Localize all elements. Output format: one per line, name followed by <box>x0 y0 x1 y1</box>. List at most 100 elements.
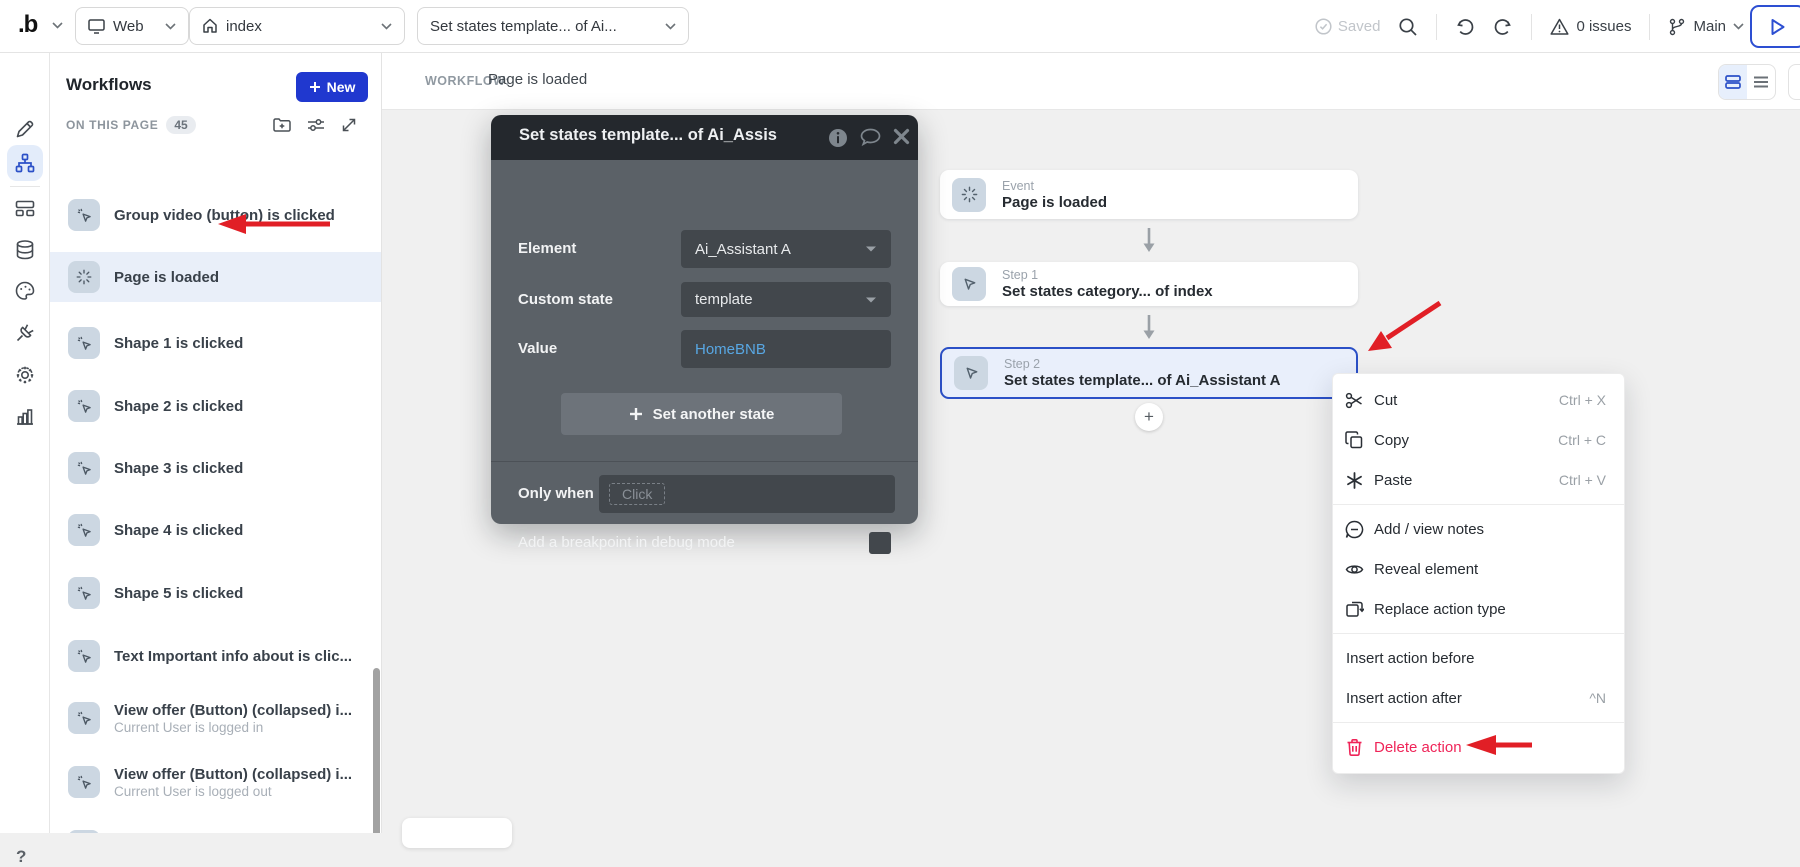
page-selector[interactable]: index <box>189 7 405 45</box>
workflow-list-item[interactable]: Shape 3 is clicked <box>50 443 381 493</box>
workflow-list-item[interactable]: Shape 5 is clicked <box>50 568 381 618</box>
divider <box>1436 14 1437 40</box>
workflow-list-item[interactable]: Group video (button) is clicked <box>50 190 381 240</box>
paste-asterisk-icon <box>1345 471 1364 490</box>
divider <box>1333 722 1624 723</box>
menu-item-add-view-notes[interactable]: Add / view notes <box>1333 509 1624 549</box>
custom-state-dropdown[interactable]: template <box>681 282 891 317</box>
new-workflow-button[interactable]: New <box>296 72 368 102</box>
canvas-header: WORKFLOW: Page is loaded <box>382 53 1800 110</box>
value-expression[interactable]: HomeBNB <box>695 341 766 358</box>
workflow-list-item[interactable]: View offer (Button) is clicked <box>50 821 381 833</box>
logo-chevron-down-icon[interactable] <box>52 22 63 29</box>
database-icon[interactable] <box>14 239 36 261</box>
workflow-selector[interactable]: Set states template... of Ai... <box>417 7 689 45</box>
workflow-list-item[interactable]: Shape 4 is clicked <box>50 505 381 555</box>
workflow-list-item-selected[interactable]: Page is loaded <box>50 252 381 302</box>
card-view-button[interactable] <box>1719 65 1747 99</box>
dialog-header[interactable]: Set states template... of Ai_Assis <box>491 115 918 160</box>
only-when-input[interactable]: Click <box>599 475 895 513</box>
scissors-icon <box>1345 391 1364 410</box>
workflow-list-item[interactable]: Text Important info about is clic... <box>50 631 381 681</box>
branch-selector[interactable]: Main <box>1668 18 1744 36</box>
click-event-icon <box>68 577 100 609</box>
saved-label: Saved <box>1338 18 1381 35</box>
divider <box>1649 14 1650 40</box>
set-another-state-button[interactable]: Set another state <box>561 393 842 435</box>
workflow-list-item[interactable]: Shape 2 is clicked <box>50 381 381 431</box>
shortcut: Ctrl + C <box>1558 432 1606 448</box>
close-icon[interactable] <box>893 128 913 148</box>
node-kind: Event <box>1002 179 1107 193</box>
element-label: Element <box>518 240 576 257</box>
workflow-list-item[interactable]: View offer (Button) (collapsed) i... Cur… <box>50 755 381 809</box>
view-toggle <box>1718 64 1776 100</box>
issues-label: 0 issues <box>1576 18 1631 35</box>
shortcut: ^N <box>1589 690 1606 706</box>
filter-sliders-icon[interactable] <box>306 115 326 135</box>
preview-run-button[interactable] <box>1750 5 1800 48</box>
shortcut: Ctrl + X <box>1559 392 1606 408</box>
saved-status: Saved <box>1315 18 1381 35</box>
menu-item-insert-action-after[interactable]: Insert action after ^N <box>1333 678 1624 718</box>
help-icon[interactable]: ? <box>16 847 26 867</box>
workflow-list-item[interactable]: Shape 1 is clicked <box>50 318 381 368</box>
monitor-icon <box>88 18 105 34</box>
panel-title: Workflows <box>66 75 152 95</box>
folder-plus-icon[interactable] <box>272 115 292 135</box>
comment-icon[interactable] <box>860 128 880 148</box>
bubble-logo[interactable]: .b <box>18 11 37 39</box>
flow-connector-arrow <box>1141 227 1157 253</box>
menu-item-copy[interactable]: Copy Ctrl + C <box>1333 420 1624 460</box>
git-branch-icon <box>1668 18 1686 36</box>
chevron-down-icon <box>865 296 877 304</box>
element-dropdown[interactable]: Ai_Assistant A <box>681 230 891 268</box>
settings-gear-icon[interactable] <box>14 364 36 386</box>
divider <box>1531 14 1532 40</box>
menu-item-replace-action-type[interactable]: Replace action type <box>1333 589 1624 629</box>
workflow-sitemap-icon[interactable] <box>14 152 36 174</box>
workflow-list-item[interactable]: View offer (Button) (collapsed) i... Cur… <box>50 691 381 745</box>
add-action-button[interactable]: + <box>1135 403 1163 431</box>
cursor-action-icon <box>954 356 988 390</box>
breakpoint-checkbox[interactable] <box>869 532 891 554</box>
menu-item-cut[interactable]: Cut Ctrl + X <box>1333 380 1624 420</box>
undo-icon[interactable] <box>1455 17 1475 37</box>
flow-node-step1[interactable]: Step 1 Set states category... of index <box>940 262 1358 306</box>
styles-palette-icon[interactable] <box>14 280 36 302</box>
components-icon[interactable] <box>14 197 36 219</box>
canvas-zoom-control[interactable] <box>402 818 512 848</box>
expand-arrows-icon[interactable] <box>339 115 359 135</box>
node-title: Page is loaded <box>1002 194 1107 211</box>
list-view-button[interactable] <box>1747 65 1775 99</box>
chevron-down-icon <box>665 23 676 30</box>
menu-item-delete-action[interactable]: Delete action <box>1333 727 1624 767</box>
flow-node-event[interactable]: Event Page is loaded <box>940 170 1358 219</box>
workflow-count-badge: 45 <box>166 116 195 134</box>
panel-scrollbar[interactable] <box>373 668 380 833</box>
info-icon[interactable] <box>828 128 848 148</box>
search-icon[interactable] <box>1398 17 1418 37</box>
warning-triangle-icon <box>1550 18 1569 36</box>
logs-chart-icon[interactable] <box>14 405 36 427</box>
context-menu: Cut Ctrl + X Copy Ctrl + C Paste Ctrl + … <box>1332 373 1625 774</box>
node-kind: Step 1 <box>1002 268 1213 282</box>
flow-connector-arrow <box>1141 314 1157 340</box>
value-input[interactable]: HomeBNB <box>681 330 891 368</box>
design-pencil-icon[interactable] <box>14 118 36 140</box>
partial-toolbar-button[interactable] <box>1788 64 1800 100</box>
flow-node-step2-selected[interactable]: Step 2 Set states template... of Ai_Assi… <box>940 347 1358 399</box>
menu-item-insert-action-before[interactable]: Insert action before <box>1333 638 1624 678</box>
issues-indicator[interactable]: 0 issues <box>1550 18 1631 36</box>
section-label: ON THIS PAGE <box>66 118 158 132</box>
node-title: Set states category... of index <box>1002 283 1213 300</box>
menu-item-reveal-element[interactable]: Reveal element <box>1333 549 1624 589</box>
menu-item-paste[interactable]: Paste Ctrl + V <box>1333 460 1624 500</box>
plugins-plug-icon[interactable] <box>14 322 36 344</box>
breakpoint-label: Add a breakpoint in debug mode <box>518 534 735 551</box>
click-placeholder[interactable]: Click <box>609 483 665 505</box>
environment-selector[interactable]: Web <box>75 7 189 45</box>
node-kind: Step 2 <box>1004 357 1280 371</box>
list-lines-icon <box>1753 76 1769 88</box>
redo-icon[interactable] <box>1493 17 1513 37</box>
